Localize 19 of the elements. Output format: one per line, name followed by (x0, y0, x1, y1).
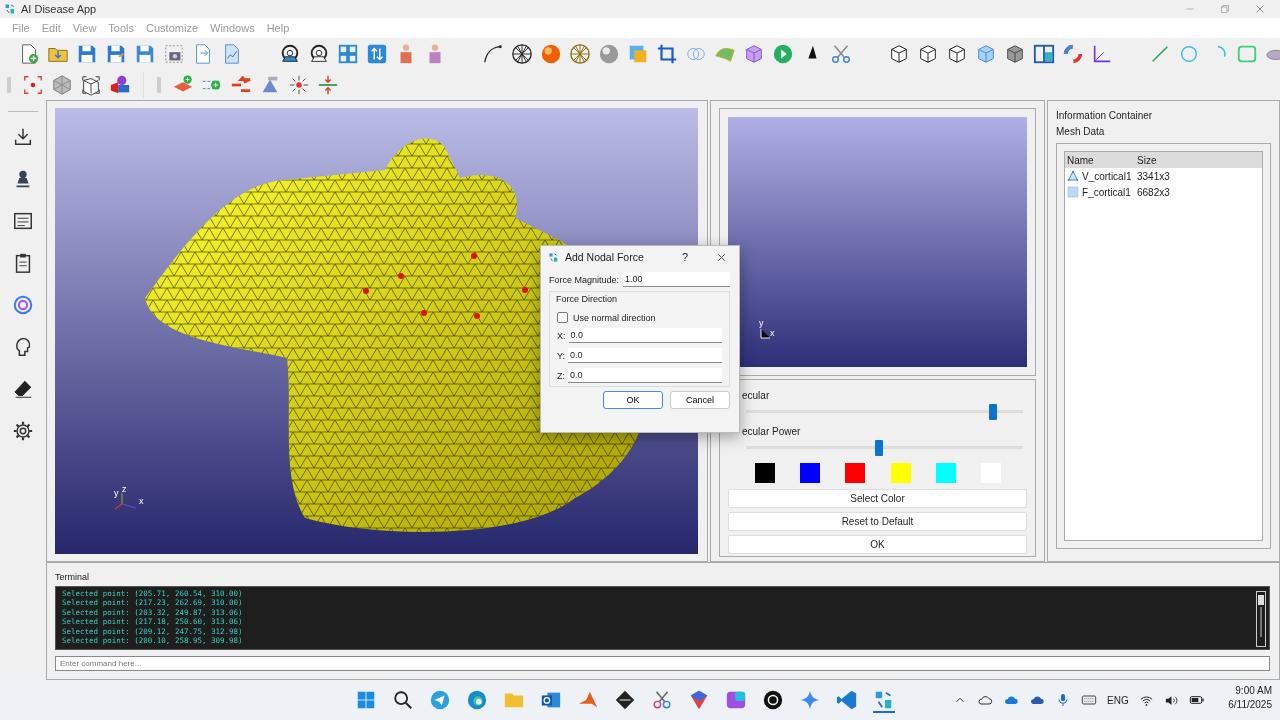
slider-label: ecular (742, 390, 770, 403)
column-header: Size (1137, 154, 1157, 166)
axes-drawing: y z x (110, 486, 150, 516)
window-title: AI Disease App (21, 3, 97, 15)
field-label: X: (557, 330, 566, 341)
section-label: Mesh Data (1056, 126, 1106, 139)
dialog-title: Add Nodal Force (565, 251, 645, 263)
field-label: Z: (557, 370, 565, 381)
checkbox-label: Use normal direction (573, 312, 656, 323)
panel-title: Terminal (55, 571, 90, 584)
panel-title: Information Container (1056, 110, 1154, 123)
field-label: Y: (557, 350, 565, 361)
field-label: Force Magnitude: (549, 274, 620, 285)
axes-drawing: y x (758, 321, 776, 339)
slider-label: ecular Power (742, 426, 801, 439)
table-cell: 3341x3 (1137, 170, 1170, 182)
column-header: Name (1066, 154, 1095, 166)
group-title: Force Direction (556, 294, 619, 304)
table-cell: 6682x3 (1137, 186, 1170, 198)
